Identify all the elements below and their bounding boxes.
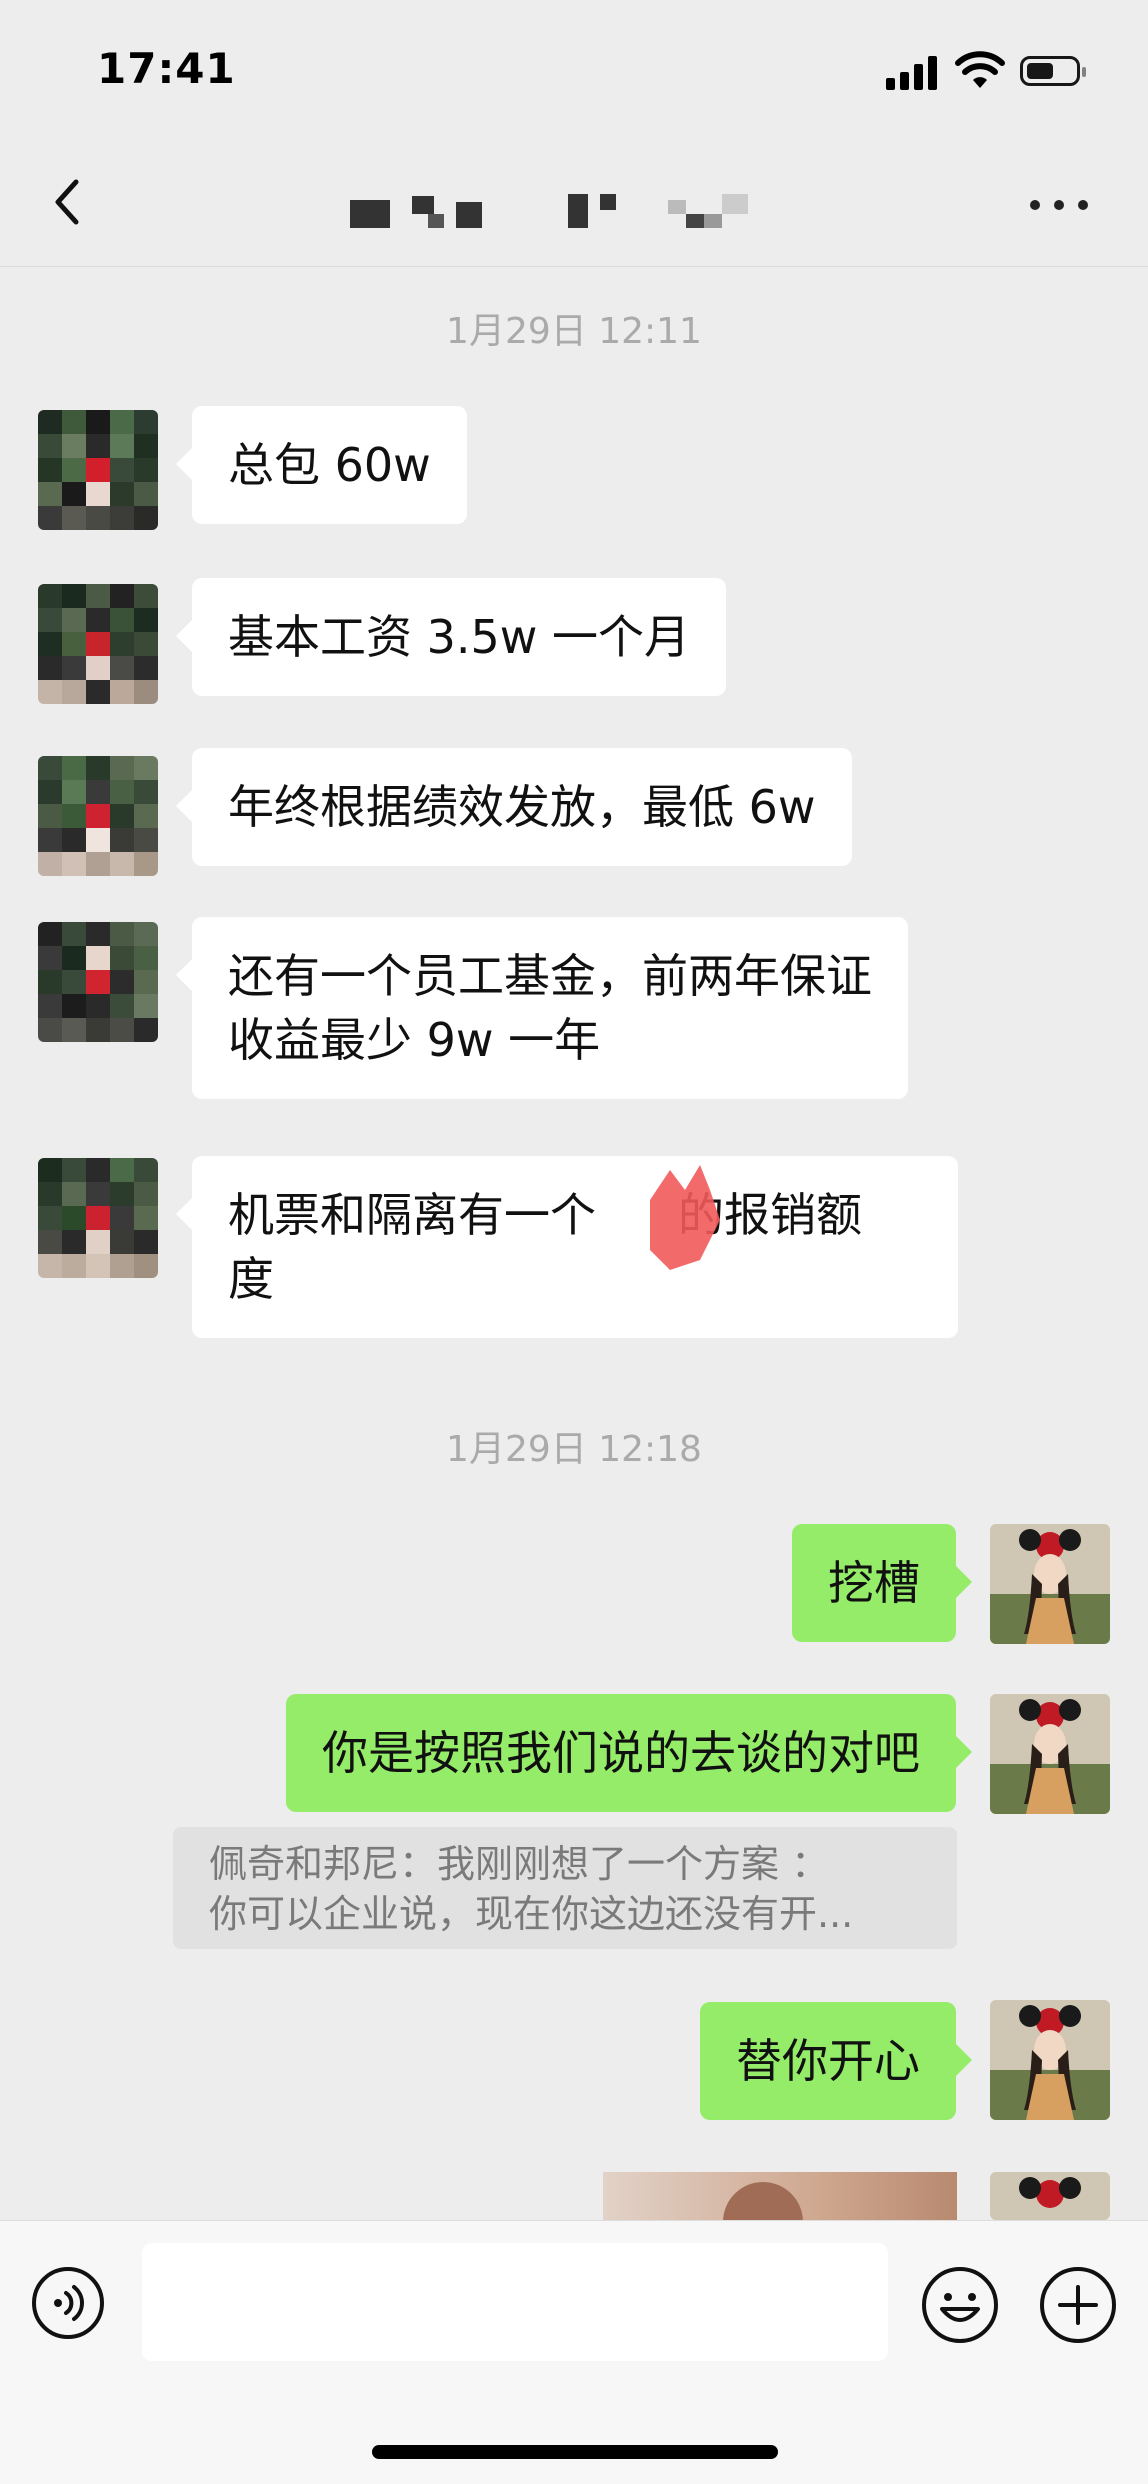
image-message-thumbnail[interactable] [603,2172,957,2232]
status-time: 17:41 [97,44,236,93]
contact-avatar[interactable] [38,756,158,876]
message-text: 还有一个员工基金，前两年保证 [228,949,872,1003]
message-text: 替你开心 [736,2034,920,2088]
wifi-icon [955,51,1005,88]
quoted-reply[interactable]: 佩奇和邦尼：我刚刚想了一个方案 ： 你可以企业说，现在你这边还没有开... [173,1827,957,1949]
message-text: 基本工资 3.5w 一个月 [228,610,691,664]
plus-icon[interactable] [1038,2265,1118,2345]
status-bar: 17:41 [0,0,1148,140]
message-bubble-left[interactable]: 总包 60w [176,406,467,524]
contact-avatar[interactable] [38,584,158,704]
input-bar [0,2220,1148,2484]
message-bubble-right[interactable]: 替你开心 [700,2002,972,2120]
chat-screen: 17:41 1月29日 12:11 总包 60w 基本工资 3.5w 一个月 年… [0,0,1148,2484]
quote-text: 你可以企业说，现在你这边还没有开... [209,1892,854,1936]
hand-redaction-mark [650,1165,720,1270]
user-avatar[interactable] [990,1524,1110,1644]
message-text: 挖槽 [828,1556,920,1610]
contact-avatar[interactable] [38,922,158,1042]
user-avatar[interactable] [990,2172,1110,2220]
voice-icon[interactable] [30,2265,106,2341]
quote-text: 佩奇和邦尼：我刚刚想了一个方案 ： [209,1842,830,1886]
home-indicator [372,2445,778,2459]
user-avatar[interactable] [990,1694,1110,1814]
chevron-left-icon[interactable] [40,172,100,232]
chat-title-redacted [350,190,770,230]
message-text: 年终根据绩效发放，最低 6w [228,780,816,834]
user-avatar[interactable] [990,2000,1110,2120]
more-dots-icon[interactable] [1030,190,1100,220]
message-text: 度 [228,1252,274,1306]
message-text: 收益最少 9w 一年 [228,1013,601,1067]
message-bubble-left[interactable]: 基本工资 3.5w 一个月 [175,578,727,696]
contact-avatar[interactable] [38,1158,158,1278]
message-text: 机票和隔离有一个 [228,1188,596,1242]
message-bubble-right[interactable]: 你是按照我们说的去谈的对吧 [286,1694,972,1812]
contact-avatar[interactable] [38,410,158,530]
emoji-icon[interactable] [920,2265,1000,2345]
message-text: 总包 60w [228,438,431,492]
nav-bar [0,140,1148,267]
message-text: 你是按照我们说的去谈的对吧 [322,1726,920,1780]
message-bubble-right[interactable]: 挖槽 [792,1524,972,1642]
message-bubble-left[interactable]: 机票和隔离有一个 的报销额 度 [176,1156,958,1338]
message-input[interactable] [142,2243,888,2361]
cellular-signal-icon [886,54,938,90]
message-bubble-left[interactable]: 还有一个员工基金，前两年保证 收益最少 9w 一年 [176,917,908,1099]
battery-icon [1020,56,1086,86]
message-bubble-left[interactable]: 年终根据绩效发放，最低 6w [176,748,852,866]
timestamp: 1月29日 12:11 [446,311,702,352]
timestamp: 1月29日 12:18 [446,1429,702,1470]
